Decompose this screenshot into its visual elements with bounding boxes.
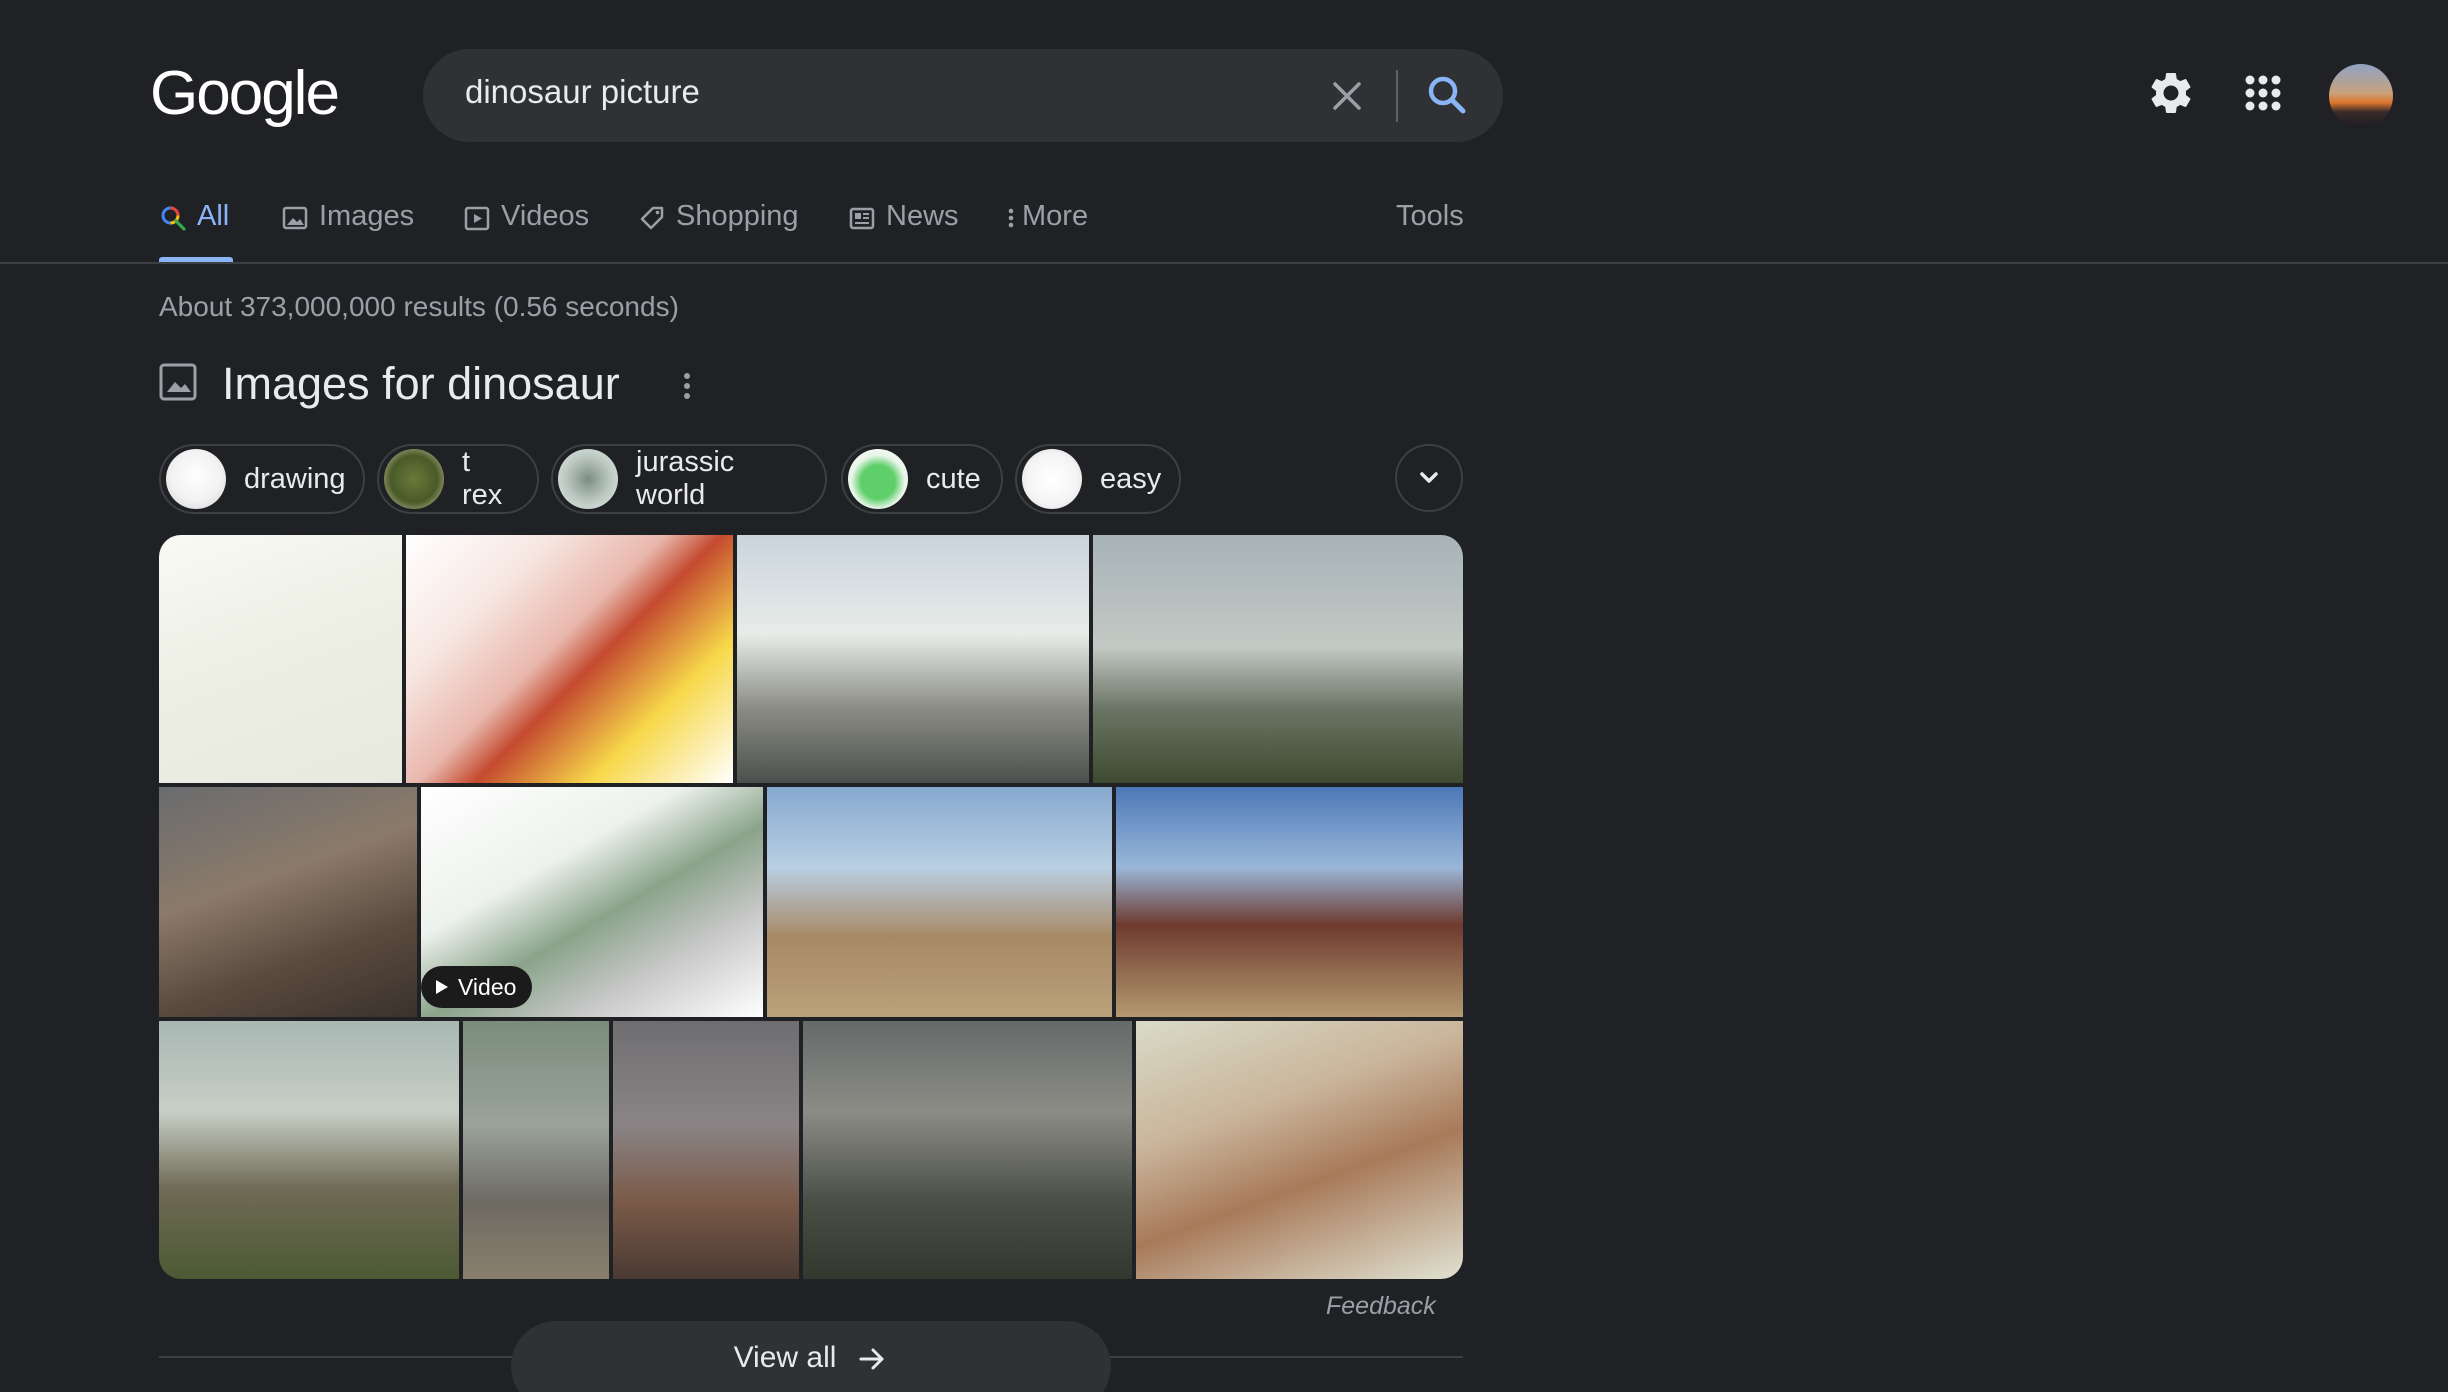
settings-button[interactable] (2146, 68, 2196, 118)
image-result[interactable] (1116, 787, 1463, 1017)
chip-drawing[interactable]: drawing (159, 444, 365, 514)
video-badge[interactable]: Video (421, 966, 533, 1008)
search-input[interactable]: dinosaur picture (465, 73, 700, 111)
play-icon (464, 206, 490, 231)
image-result[interactable] (1136, 1021, 1463, 1279)
section-options-button[interactable] (675, 366, 699, 406)
search-tabs: All Images Videos Shopping News More (0, 190, 1480, 262)
image-result[interactable] (159, 1021, 459, 1279)
chip-thumbnail (384, 449, 444, 509)
tab-label: Images (319, 200, 415, 232)
image-result[interactable] (613, 1021, 799, 1279)
view-all-button[interactable]: View all (511, 1321, 1111, 1392)
tab-label: Shopping (676, 200, 799, 232)
gear-icon (2151, 73, 2191, 113)
chip-thumbnail (166, 449, 226, 509)
close-icon (1333, 82, 1361, 110)
image-result[interactable] (406, 535, 733, 783)
chip-cute[interactable]: cute (841, 444, 1003, 514)
result-stats: About 373,000,000 results (0.56 seconds) (159, 291, 679, 322)
play-icon (436, 980, 448, 994)
tab-videos[interactable]: Videos (463, 190, 589, 262)
chip-easy[interactable]: easy (1015, 444, 1181, 514)
tag-icon (640, 206, 664, 230)
expand-chips-button[interactable] (1395, 444, 1463, 512)
image-icon (159, 363, 197, 401)
images-section-title: Images for dinosaur (222, 358, 620, 409)
tab-more[interactable]: More (1006, 190, 1088, 262)
tab-images[interactable]: Images (281, 190, 414, 262)
tools-button[interactable]: Tools (1396, 200, 1464, 233)
more-vertical-icon (1008, 208, 1014, 228)
apps-grid-icon (2245, 75, 2281, 111)
chip-thumbnail (558, 449, 618, 509)
search-box[interactable]: dinosaur picture (423, 49, 1503, 142)
tab-label: All (197, 200, 230, 232)
chip-thumbnail (1022, 449, 1082, 509)
more-vertical-icon (684, 373, 690, 399)
chip-thumbnail (848, 449, 908, 509)
image-grid (159, 535, 1463, 1279)
search-icon (1428, 76, 1466, 114)
google-apps-button[interactable] (2238, 68, 2288, 118)
account-avatar[interactable] (2329, 64, 2393, 128)
tab-news[interactable]: News (848, 190, 959, 262)
image-icon (282, 206, 308, 230)
search-button[interactable] (1421, 69, 1475, 123)
search-results-page: Google dinosaur picture All Images Video… (0, 0, 2448, 1392)
chip-label: drawing (244, 462, 346, 495)
chevron-down-icon (1420, 472, 1438, 483)
image-result[interactable] (767, 787, 1112, 1017)
image-result[interactable] (159, 787, 417, 1017)
google-logo[interactable]: Google (150, 58, 340, 129)
search-icon (161, 206, 186, 231)
clear-search-button[interactable] (1322, 71, 1372, 121)
tab-label: News (886, 200, 959, 232)
tab-all[interactable]: All (159, 190, 233, 262)
chip-t-rex[interactable]: t rex (377, 444, 539, 514)
chip-label: cute (926, 462, 981, 495)
image-result[interactable] (463, 1021, 609, 1279)
image-result[interactable] (159, 535, 402, 783)
arrow-right-icon (859, 1348, 884, 1370)
image-result[interactable] (803, 1021, 1132, 1279)
image-result[interactable] (737, 535, 1089, 783)
video-badge-label: Video (458, 973, 517, 1000)
chip-label: jurassic world (636, 446, 735, 511)
chip-label: easy (1100, 462, 1162, 495)
search-divider (1396, 70, 1398, 122)
view-all-label: View all (733, 1341, 837, 1374)
tab-label: Videos (501, 200, 590, 232)
image-result[interactable] (1093, 535, 1463, 783)
feedback-link[interactable]: Feedback (1326, 1292, 1436, 1321)
chip-jurassic-world[interactable]: jurassic world (551, 444, 827, 514)
tab-shopping[interactable]: Shopping (638, 190, 799, 262)
newspaper-icon (849, 207, 875, 230)
tab-label: More (1022, 200, 1089, 232)
header-divider (0, 262, 2448, 264)
chip-label: t rex (462, 446, 503, 511)
